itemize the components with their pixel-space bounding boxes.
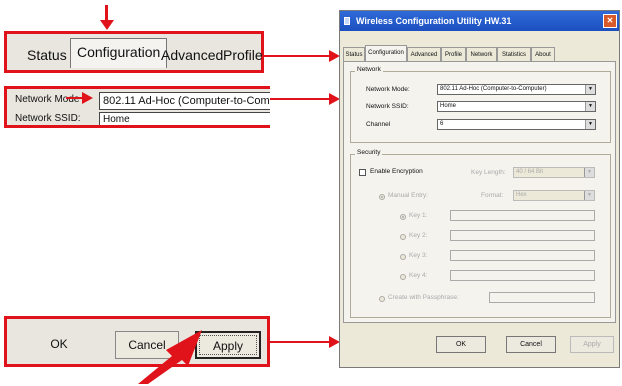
tab-about[interactable]: About	[531, 47, 555, 62]
ok-button[interactable]: OK	[436, 336, 486, 353]
zoom-tabs-panel: Status Configuration Advanced Profile	[4, 31, 264, 73]
ssid-select[interactable]: Home ▼	[437, 101, 596, 112]
channel-label: Channel	[366, 121, 391, 128]
passphrase-field[interactable]	[489, 292, 595, 303]
pointer-arrow-icon	[138, 330, 202, 384]
key-4-label: Key 4:	[409, 272, 428, 279]
format-value: Hex	[516, 192, 527, 198]
chevron-down-icon[interactable]: ▼	[585, 85, 595, 94]
apply-button[interactable]: Apply	[570, 336, 614, 353]
chevron-down-icon[interactable]: ▼	[584, 168, 594, 177]
window-title: Wireless Configuration Utility HW.31	[356, 16, 512, 26]
zoom-network-panel: Network Mode 802.11 Ad-Hoc (Computer-to-…	[4, 86, 270, 128]
chevron-down-icon[interactable]: ▼	[584, 191, 594, 200]
enable-encryption-label: Enable Encryption	[370, 168, 423, 175]
zoom-tab-profile[interactable]: Profile	[217, 42, 269, 68]
key-4-field[interactable]	[450, 270, 595, 281]
tab-configuration[interactable]: Configuration	[365, 45, 407, 62]
arrow-tabs-line	[264, 55, 334, 57]
network-mode-label: Network Mode:	[366, 86, 410, 93]
key-1-label: Key 1:	[409, 212, 428, 219]
network-group-label: Network	[355, 66, 383, 73]
manual-entry-radio[interactable]	[379, 194, 385, 200]
down-arrowhead-icon	[100, 20, 114, 30]
key-2-radio[interactable]	[400, 234, 406, 240]
manual-entry-label: Manual Entry:	[388, 192, 429, 199]
zoom-ok-button[interactable]: OK	[27, 331, 91, 359]
zoom-tab-status[interactable]: Status	[21, 42, 73, 68]
config-utility-window: Wireless Configuration Utility HW.31 ✕ S…	[339, 10, 620, 368]
ssid-label: Network SSID:	[366, 103, 409, 110]
cancel-button[interactable]: Cancel	[506, 336, 556, 353]
security-group: Security Enable Encryption Key Length: 4…	[350, 149, 611, 318]
key-1-field[interactable]	[450, 210, 595, 221]
security-group-label: Security	[355, 149, 383, 156]
zoom-network-ssid-label: Network SSID:	[15, 113, 81, 124]
key-2-field[interactable]	[450, 230, 595, 241]
tab-statistics[interactable]: Statistics	[497, 47, 531, 62]
ssid-value: Home	[440, 103, 457, 109]
window-titlebar: Wireless Configuration Utility HW.31 ✕	[340, 11, 619, 31]
network-group: Network Network Mode: 802.11 Ad-Hoc (Com…	[350, 66, 611, 143]
tab-panel: Network Network Mode: 802.11 Ad-Hoc (Com…	[343, 61, 616, 323]
key-3-label: Key 3:	[409, 252, 428, 259]
arrow-label-head-icon	[82, 92, 93, 104]
tab-profile[interactable]: Profile	[441, 47, 466, 62]
tab-advanced[interactable]: Advanced	[407, 47, 441, 62]
key-length-label: Key Length:	[471, 169, 506, 176]
passphrase-radio[interactable]	[379, 296, 385, 302]
key-length-select[interactable]: 40 / 64 Bit ▼	[513, 167, 595, 178]
key-3-field[interactable]	[450, 250, 595, 261]
channel-select[interactable]: 6 ▼	[437, 119, 596, 130]
arrow-buttons-line	[270, 341, 334, 343]
network-mode-select[interactable]: 802.11 Ad-Hoc (Computer-to-Computer) ▼	[437, 84, 596, 95]
zoom-network-mode-label: Network Mode	[15, 94, 80, 105]
chevron-down-icon[interactable]: ▼	[585, 120, 595, 129]
chevron-down-icon[interactable]: ▼	[585, 102, 595, 111]
key-length-value: 40 / 64 Bit	[516, 169, 544, 175]
zoom-ssid-field[interactable]: Home	[99, 112, 270, 125]
arrow-mode-line	[270, 98, 334, 100]
network-mode-value: 802.11 Ad-Hoc (Computer-to-Computer)	[440, 86, 547, 92]
app-icon	[344, 17, 350, 25]
format-label: Format:	[481, 192, 504, 199]
enable-encryption-checkbox[interactable]	[359, 169, 366, 176]
zoom-network-mode-field[interactable]: 802.11 Ad-Hoc (Computer-to-Computer)	[99, 92, 270, 110]
format-select[interactable]: Hex ▼	[513, 190, 595, 201]
passphrase-label: Create with Passphrase:	[388, 294, 459, 301]
tab-network[interactable]: Network	[466, 47, 497, 62]
key-2-label: Key 2:	[409, 232, 428, 239]
key-3-radio[interactable]	[400, 254, 406, 260]
tab-status[interactable]: Status	[343, 47, 365, 62]
key-1-radio[interactable]	[400, 214, 406, 220]
zoom-tab-configuration[interactable]: Configuration	[70, 38, 168, 68]
key-4-radio[interactable]	[400, 274, 406, 280]
close-icon[interactable]: ✕	[603, 14, 617, 28]
channel-value: 6	[440, 121, 444, 127]
